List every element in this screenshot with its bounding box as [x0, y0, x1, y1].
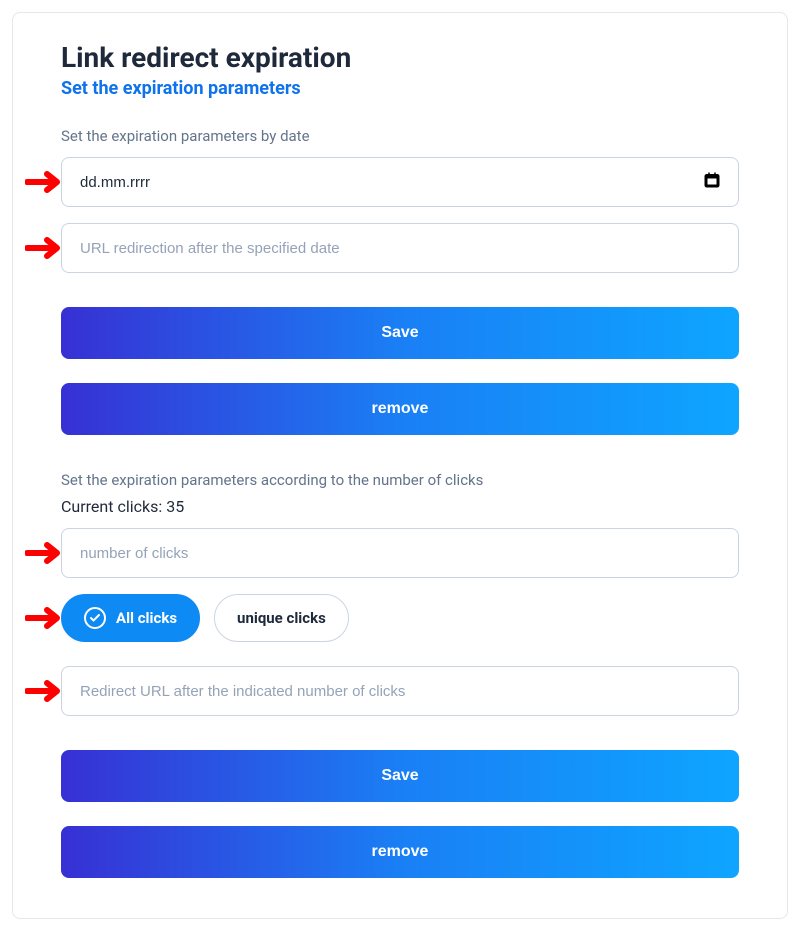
current-clicks-value: 35: [166, 497, 184, 516]
check-icon: [84, 607, 106, 629]
clicks-number-input-row: [61, 528, 739, 578]
annotation-arrow-icon: [25, 170, 65, 194]
date-remove-button[interactable]: remove: [61, 383, 739, 435]
page-subtitle: Set the expiration parameters: [61, 78, 739, 99]
clicks-save-button[interactable]: Save: [61, 750, 739, 802]
annotation-arrow-icon: [25, 606, 65, 630]
unique-clicks-label: unique clicks: [237, 609, 326, 627]
annotation-arrow-icon: [25, 541, 65, 565]
date-redirect-url-input[interactable]: [61, 223, 739, 273]
all-clicks-label: All clicks: [116, 609, 177, 627]
clicks-redirect-url-input[interactable]: [61, 666, 739, 716]
page-title: Link redirect expiration: [61, 41, 739, 74]
expiration-card: Link redirect expiration Set the expirat…: [12, 12, 788, 919]
date-url-input-row: [61, 223, 739, 273]
annotation-arrow-icon: [25, 679, 65, 703]
date-input-row: [61, 157, 739, 207]
clicks-redirect-input-row: [61, 666, 739, 716]
date-section-label: Set the expiration parameters by date: [61, 127, 739, 145]
clicks-section-label: Set the expiration parameters according …: [61, 471, 739, 489]
annotation-arrow-icon: [25, 236, 65, 260]
current-clicks-label: Current clicks:: [61, 497, 162, 516]
expiration-date-input[interactable]: [61, 157, 739, 207]
current-clicks-text: Current clicks: 35: [61, 497, 739, 516]
date-save-button[interactable]: Save: [61, 307, 739, 359]
all-clicks-option[interactable]: All clicks: [61, 594, 200, 642]
clicks-remove-button[interactable]: remove: [61, 826, 739, 878]
click-type-selector: All clicks unique clicks: [61, 594, 739, 642]
unique-clicks-option[interactable]: unique clicks: [214, 594, 349, 642]
number-of-clicks-input[interactable]: [61, 528, 739, 578]
